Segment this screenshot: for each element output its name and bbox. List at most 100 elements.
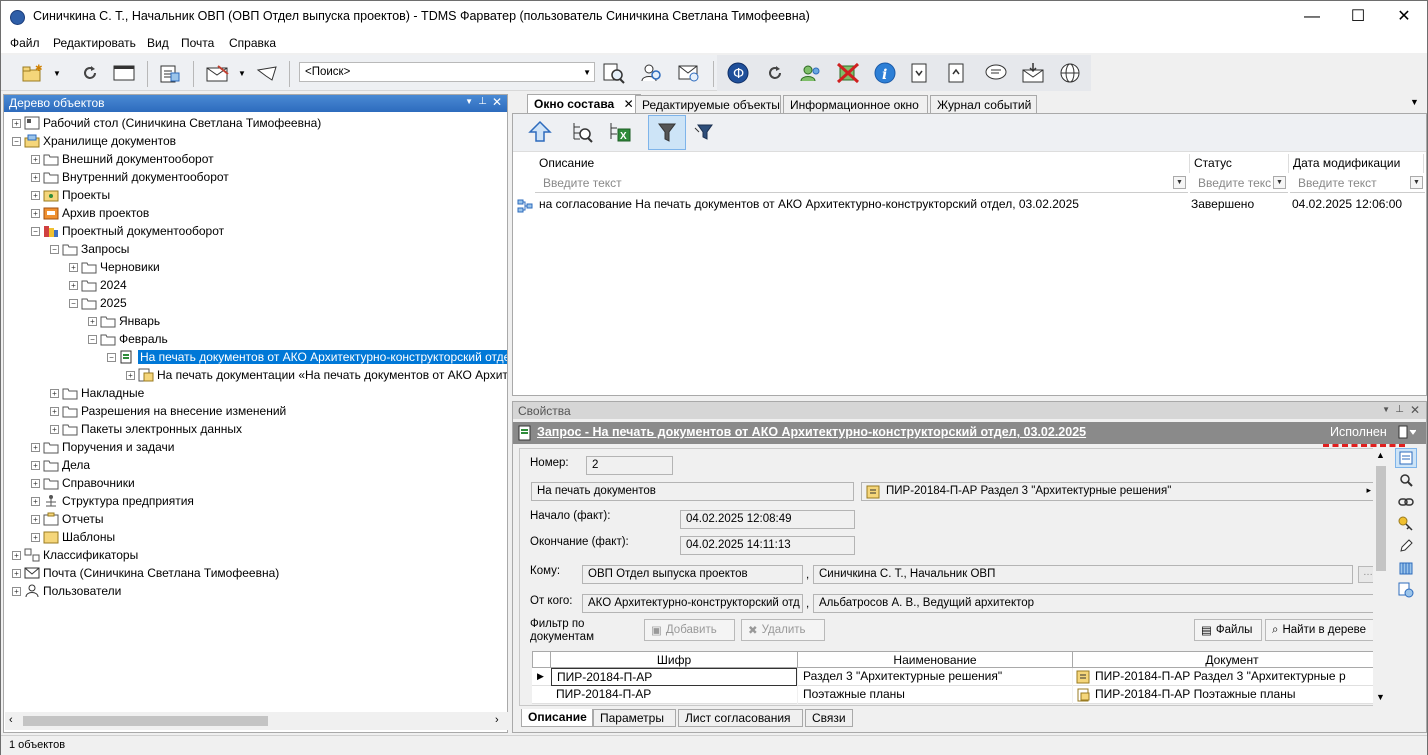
horizontal-scrollbar[interactable]: ‹ › [5, 712, 508, 730]
scroll-up-icon[interactable]: ▲ [1376, 450, 1385, 460]
tree-node-requests[interactable]: − Запросы [50, 240, 129, 258]
tree-node-internal-docflow[interactable]: + Внутренний документооборот [31, 168, 229, 186]
tree-node-change-permits[interactable]: + Разрешения на внесение изменений [50, 402, 286, 420]
filter-toggle-button[interactable] [648, 115, 686, 150]
description-view-icon[interactable] [1395, 448, 1417, 468]
settings-icon[interactable] [1395, 580, 1417, 600]
tree-node-data-packages[interactable]: + Пакеты электронных данных [50, 420, 242, 438]
tab-description[interactable]: Описание [521, 709, 593, 727]
archive-icon[interactable] [1395, 558, 1417, 578]
composite-row-description[interactable]: на согласование На печать документов от … [539, 197, 1079, 215]
expand-icon[interactable]: + [12, 550, 21, 560]
expand-icon[interactable]: + [31, 154, 40, 164]
maximize-button[interactable]: ☐ [1335, 1, 1381, 33]
collapse-icon[interactable]: − [31, 226, 40, 236]
grid-cell-document[interactable]: ПИР-20184-П-АР Поэтажные планы [1073, 686, 1385, 704]
clear-cache-icon[interactable] [835, 61, 861, 85]
from-department-field[interactable]: АКО Архитектурно-конструкторский отд [582, 594, 803, 613]
tab-close-icon[interactable]: ✕ [624, 97, 634, 111]
grid-cell-code[interactable]: ПИР-20184-П-АР [551, 686, 797, 704]
tab-approval-sheet[interactable]: Лист согласования [678, 709, 803, 727]
link-icon[interactable] [1395, 492, 1417, 512]
grid-header-document[interactable]: Документ [1072, 651, 1385, 668]
object-title[interactable]: Запрос - На печать документов от АКО Арх… [537, 425, 1086, 439]
expand-icon[interactable]: + [88, 316, 97, 326]
export-excel-icon[interactable]: X [607, 120, 633, 144]
expand-icon[interactable]: + [69, 262, 78, 272]
column-header-status[interactable]: Статус [1189, 154, 1289, 173]
globe-icon[interactable] [1057, 61, 1083, 85]
field-arrow-icon[interactable]: ▸ [1366, 485, 1371, 496]
filter-status-input[interactable]: Введите текс ▼ [1190, 173, 1288, 193]
scroll-right-icon[interactable]: › [495, 714, 499, 726]
expand-icon[interactable]: + [50, 424, 59, 434]
tree-node-year-2024[interactable]: +2024 [69, 276, 127, 294]
tree-node-tasks[interactable]: + Поручения и задачи [31, 438, 175, 456]
compose-mail-icon[interactable] [205, 61, 231, 85]
tree-node-january[interactable]: + Январь [88, 312, 160, 330]
collapse-icon[interactable]: − [12, 136, 21, 146]
new-object-icon[interactable]: ✱ [19, 61, 45, 85]
composite-row-status[interactable]: Завершено [1191, 197, 1254, 215]
expand-icon[interactable]: + [31, 514, 40, 524]
delete-document-button[interactable]: ✖ Удалить [741, 619, 825, 641]
search-mail-icon[interactable] [676, 61, 702, 85]
inbox-icon[interactable] [1020, 61, 1046, 85]
tab-event-log[interactable]: Журнал событий [930, 95, 1037, 113]
menu-mail[interactable]: Почта [181, 36, 214, 50]
tree-node-project-docflow[interactable]: − Проектный документооборот [31, 222, 224, 240]
tree-node-print-request[interactable]: − На печать документов от АКО Архитектурн… [107, 348, 507, 366]
to-department-field[interactable]: ОВП Отдел выпуска проектов [582, 565, 803, 584]
tree-node-external-docflow[interactable]: + Внешний документооборот [31, 150, 214, 168]
expand-icon[interactable]: + [31, 190, 40, 200]
up-level-icon[interactable] [527, 120, 553, 144]
tree-node-directories[interactable]: + Справочники [31, 474, 135, 492]
expand-icon[interactable]: + [12, 586, 21, 596]
tree-node-print-documentation[interactable]: + На печать документации «На печать докум… [126, 366, 507, 384]
tree-node-drafts[interactable]: + Черновики [69, 258, 160, 276]
search-documents-icon[interactable] [601, 61, 627, 85]
expand-icon[interactable]: + [31, 460, 40, 470]
grid-header-name[interactable]: Наименование [797, 651, 1073, 668]
tab-edited-objects[interactable]: Редактируемые объекты [635, 95, 781, 113]
expand-icon[interactable]: + [69, 280, 78, 290]
tab-composite[interactable]: Окно состава ✕ [527, 94, 641, 113]
tree-node-projects-archive[interactable]: + Архив проектов [31, 204, 149, 222]
expand-icon[interactable]: + [31, 208, 40, 218]
grid-cell-code[interactable]: ПИР-20184-П-АР [551, 668, 797, 686]
add-document-button[interactable]: ▣ Добавить [644, 619, 735, 641]
from-person-field[interactable]: Альбатросов А. В., Ведущий архитектор [813, 594, 1383, 613]
pin-icon[interactable]: ⊥ [1395, 404, 1404, 415]
search-dropdown-icon[interactable]: ▼ [583, 68, 591, 77]
search-combobox[interactable]: <Поиск> ▼ [299, 62, 595, 82]
panel-close-icon[interactable]: ✕ [492, 95, 502, 109]
tab-links[interactable]: Связи [805, 709, 853, 727]
menu-edit[interactable]: Редактировать [53, 36, 136, 50]
tab-parameters[interactable]: Параметры [593, 709, 676, 727]
tree-node-templates[interactable]: + Шаблоны [31, 528, 115, 546]
panel-dropdown-icon[interactable]: ▼ [1382, 405, 1390, 414]
expand-icon[interactable]: + [126, 370, 135, 380]
expand-icon[interactable]: + [50, 406, 59, 416]
menu-file[interactable]: Файл [10, 36, 40, 50]
collapse-icon[interactable]: − [88, 334, 97, 344]
refresh-icon[interactable] [77, 61, 103, 85]
column-header-description[interactable]: Описание [535, 154, 1190, 173]
send-mail-icon[interactable] [254, 61, 280, 85]
start-date-field[interactable]: 04.02.2025 12:08:49 [680, 510, 855, 529]
collapse-icon[interactable]: − [50, 244, 59, 254]
tree-node-users[interactable]: + Пользователи [12, 582, 121, 600]
search-icon[interactable] [1395, 470, 1417, 490]
panel-close-icon[interactable]: ✕ [1410, 403, 1420, 417]
to-person-field[interactable]: Синичкина С. Т., Начальник ОВП [813, 565, 1353, 584]
menu-view[interactable]: Вид [147, 36, 169, 50]
menu-help[interactable]: Справка [229, 36, 276, 50]
files-button[interactable]: ▤ Файлы [1194, 619, 1262, 641]
column-header-modified[interactable]: Дата модификации [1289, 154, 1424, 173]
scroll-down-icon[interactable]: ▼ [1376, 692, 1385, 702]
expand-icon[interactable]: + [12, 568, 21, 578]
grid-cell-name[interactable]: Раздел 3 "Архитектурные решения" [798, 668, 1072, 686]
search-users-icon[interactable] [639, 61, 665, 85]
expand-icon[interactable]: + [50, 388, 59, 398]
tree-node-org-structure[interactable]: + Структура предприятия [31, 492, 194, 510]
